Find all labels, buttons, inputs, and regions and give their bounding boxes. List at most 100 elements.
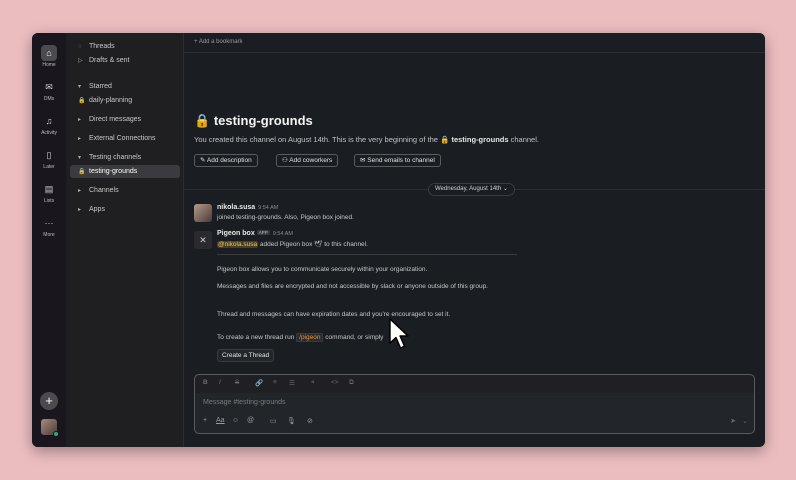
app-window: ⌂ Home ✉ DMs ♫ Activity ▯ Later ▤ Lists … xyxy=(32,33,765,447)
quote-icon[interactable]: ❝ xyxy=(311,379,315,387)
bell-icon: ♫ xyxy=(45,116,53,126)
section-apps[interactable]: ▸ Apps xyxy=(70,203,180,216)
lock-icon: 🔒 xyxy=(78,169,86,175)
sidebar-item-drafts[interactable]: ▷ Drafts & sent xyxy=(70,54,180,67)
bulleted-list-icon[interactable]: ☰ xyxy=(289,379,295,387)
code-icon[interactable]: <> xyxy=(331,379,339,386)
add-description-button[interactable]: ✎ Add description xyxy=(194,154,258,167)
code-block-icon[interactable]: ⧉ xyxy=(349,379,354,387)
pencil-icon: ✎ xyxy=(200,157,206,164)
formatting-toggle-icon[interactable]: Aa xyxy=(216,417,225,424)
dms-icon: ✉ xyxy=(45,82,53,92)
caret-right-icon: ▸ xyxy=(78,117,82,123)
channel-intro-suffix: channel. xyxy=(508,135,539,144)
avatar[interactable] xyxy=(194,204,212,222)
strikethrough-icon[interactable]: S xyxy=(235,379,239,386)
bot-paragraph-4-text: To create a new thread run xyxy=(217,334,297,341)
section-direct-messages[interactable]: ▸ Direct messages xyxy=(70,113,180,126)
send-icon[interactable]: ➤ xyxy=(730,417,736,425)
pigeon-box-avatar[interactable]: ✕ xyxy=(194,231,212,249)
bold-icon[interactable]: B xyxy=(203,379,208,386)
section-external[interactable]: ▸ External Connections xyxy=(70,132,180,145)
caret-down-icon: ▾ xyxy=(78,84,82,90)
section-label: Direct messages xyxy=(89,116,142,123)
create-new-button[interactable]: + xyxy=(40,392,58,410)
bot-paragraph-1: Pigeon box allows you to communicate sec… xyxy=(217,266,428,273)
person-add-icon: ⚇ xyxy=(282,157,288,164)
date-divider[interactable]: Wednesday, August 14th ⌄ xyxy=(428,183,515,196)
rail-activity[interactable]: ♫ Activity xyxy=(32,113,66,136)
message-header: nikola.susa 9:54 AM xyxy=(217,204,278,211)
lock-icon: 🔒 xyxy=(194,113,211,128)
microphone-icon[interactable]: 🎙 xyxy=(287,417,296,425)
threads-icon: ◌ xyxy=(78,44,82,50)
link-icon[interactable]: 🔗 xyxy=(255,379,263,387)
section-channels[interactable]: ▸ Channels xyxy=(70,184,180,197)
message-separator xyxy=(217,254,517,255)
mention-icon[interactable]: @ xyxy=(247,417,254,424)
sidebar-item-testing-grounds[interactable]: 🔒 testing-grounds xyxy=(70,165,180,178)
chevron-down-icon: ⌄ xyxy=(502,186,508,192)
user-mention[interactable]: @nikola.susa xyxy=(217,241,259,248)
channel-name: testing-grounds xyxy=(213,113,313,128)
rail-home-label: Home xyxy=(42,62,56,68)
channel-view: + Add a bookmark 🔒 testing-grounds You c… xyxy=(184,33,765,447)
message-input[interactable]: Message #testing-grounds xyxy=(203,399,286,406)
add-coworkers-button[interactable]: ⚇ Add coworkers xyxy=(276,154,339,167)
add-description-label: Add description xyxy=(206,157,252,164)
sidebar-item-label: testing-grounds xyxy=(89,168,138,175)
sidebar-item-threads[interactable]: ◌ Threads xyxy=(70,40,180,53)
rail-later[interactable]: ▯ Later xyxy=(32,147,66,170)
section-label: External Connections xyxy=(89,135,156,142)
bot-paragraph-2: Messages and files are encrypted and not… xyxy=(217,283,488,290)
message-author[interactable]: Pigeon box xyxy=(217,230,255,237)
channel-intro-name: testing-grounds xyxy=(451,135,509,144)
create-thread-button[interactable]: Create a Thread xyxy=(217,349,275,362)
caret-right-icon: ▸ xyxy=(78,207,82,213)
add-bookmark-button[interactable]: + Add a bookmark xyxy=(194,39,243,45)
send-icon: ▷ xyxy=(78,58,83,64)
section-label: Starred xyxy=(89,83,112,90)
section-starred[interactable]: ▾ Starred xyxy=(70,80,180,93)
message-time[interactable]: 9:54 AM xyxy=(273,231,293,237)
send-options-icon[interactable]: ⌄ xyxy=(742,417,748,425)
section-label: Apps xyxy=(89,206,105,213)
emoji-icon[interactable]: ☺ xyxy=(232,417,239,424)
sidebar-item-label: Threads xyxy=(89,43,115,50)
rail-lists[interactable]: ▤ Lists xyxy=(32,181,66,204)
formatting-toolbar: B I S 🔗 ≡ ☰ ❝ <> ⧉ xyxy=(195,375,754,393)
section-label: Testing channels xyxy=(89,154,142,161)
message-author[interactable]: nikola.susa xyxy=(217,204,255,211)
more-icon: ··· xyxy=(44,218,54,228)
message-composer[interactable]: B I S 🔗 ≡ ☰ ❝ <> ⧉ Message #testing-grou… xyxy=(194,374,755,434)
rail-dms[interactable]: ✉ DMs xyxy=(32,79,66,102)
lock-icon: 🔒 xyxy=(440,135,450,144)
online-status-icon xyxy=(53,431,59,437)
rail-home[interactable]: ⌂ Home xyxy=(32,45,66,68)
date-label: Wednesday, August 14th xyxy=(435,186,502,192)
attach-plus-icon[interactable]: + xyxy=(203,417,207,424)
ordered-list-icon[interactable]: ≡ xyxy=(273,379,277,386)
message-time[interactable]: 9:54 AM xyxy=(258,205,278,211)
slash-command-icon[interactable]: ⊘ xyxy=(307,417,313,425)
home-icon: ⌂ xyxy=(41,45,57,61)
caret-right-icon: ▸ xyxy=(78,136,82,142)
message-text: joined testing-grounds. Also, Pigeon box… xyxy=(217,214,354,221)
inline-command: /pigeon xyxy=(296,333,324,342)
message-header: Pigeon box APP 9:54 AM xyxy=(217,230,293,237)
italic-icon[interactable]: I xyxy=(219,379,221,386)
channel-title: 🔒 testing-grounds xyxy=(194,113,313,129)
bot-paragraph-4-suffix: command, or simply xyxy=(323,334,384,341)
send-emails-label: Send emails to channel xyxy=(367,157,435,164)
section-testing-channels[interactable]: ▾ Testing channels xyxy=(70,151,180,164)
channel-intro-text: You created this channel on August 14th.… xyxy=(194,135,441,144)
sidebar-item-daily-planning[interactable]: 🔒 daily-planning xyxy=(70,94,180,107)
rail-more[interactable]: ··· More xyxy=(32,215,66,238)
rail-later-label: Later xyxy=(43,164,55,170)
video-icon[interactable]: ▭ xyxy=(270,417,277,425)
send-emails-button[interactable]: ✉ Send emails to channel xyxy=(354,154,441,167)
bot-paragraph-3: Thread and messages can have expiration … xyxy=(217,311,451,318)
caret-down-icon: ▾ xyxy=(78,155,82,161)
sidebar-item-label: daily-planning xyxy=(89,97,133,104)
section-label: Channels xyxy=(89,187,119,194)
